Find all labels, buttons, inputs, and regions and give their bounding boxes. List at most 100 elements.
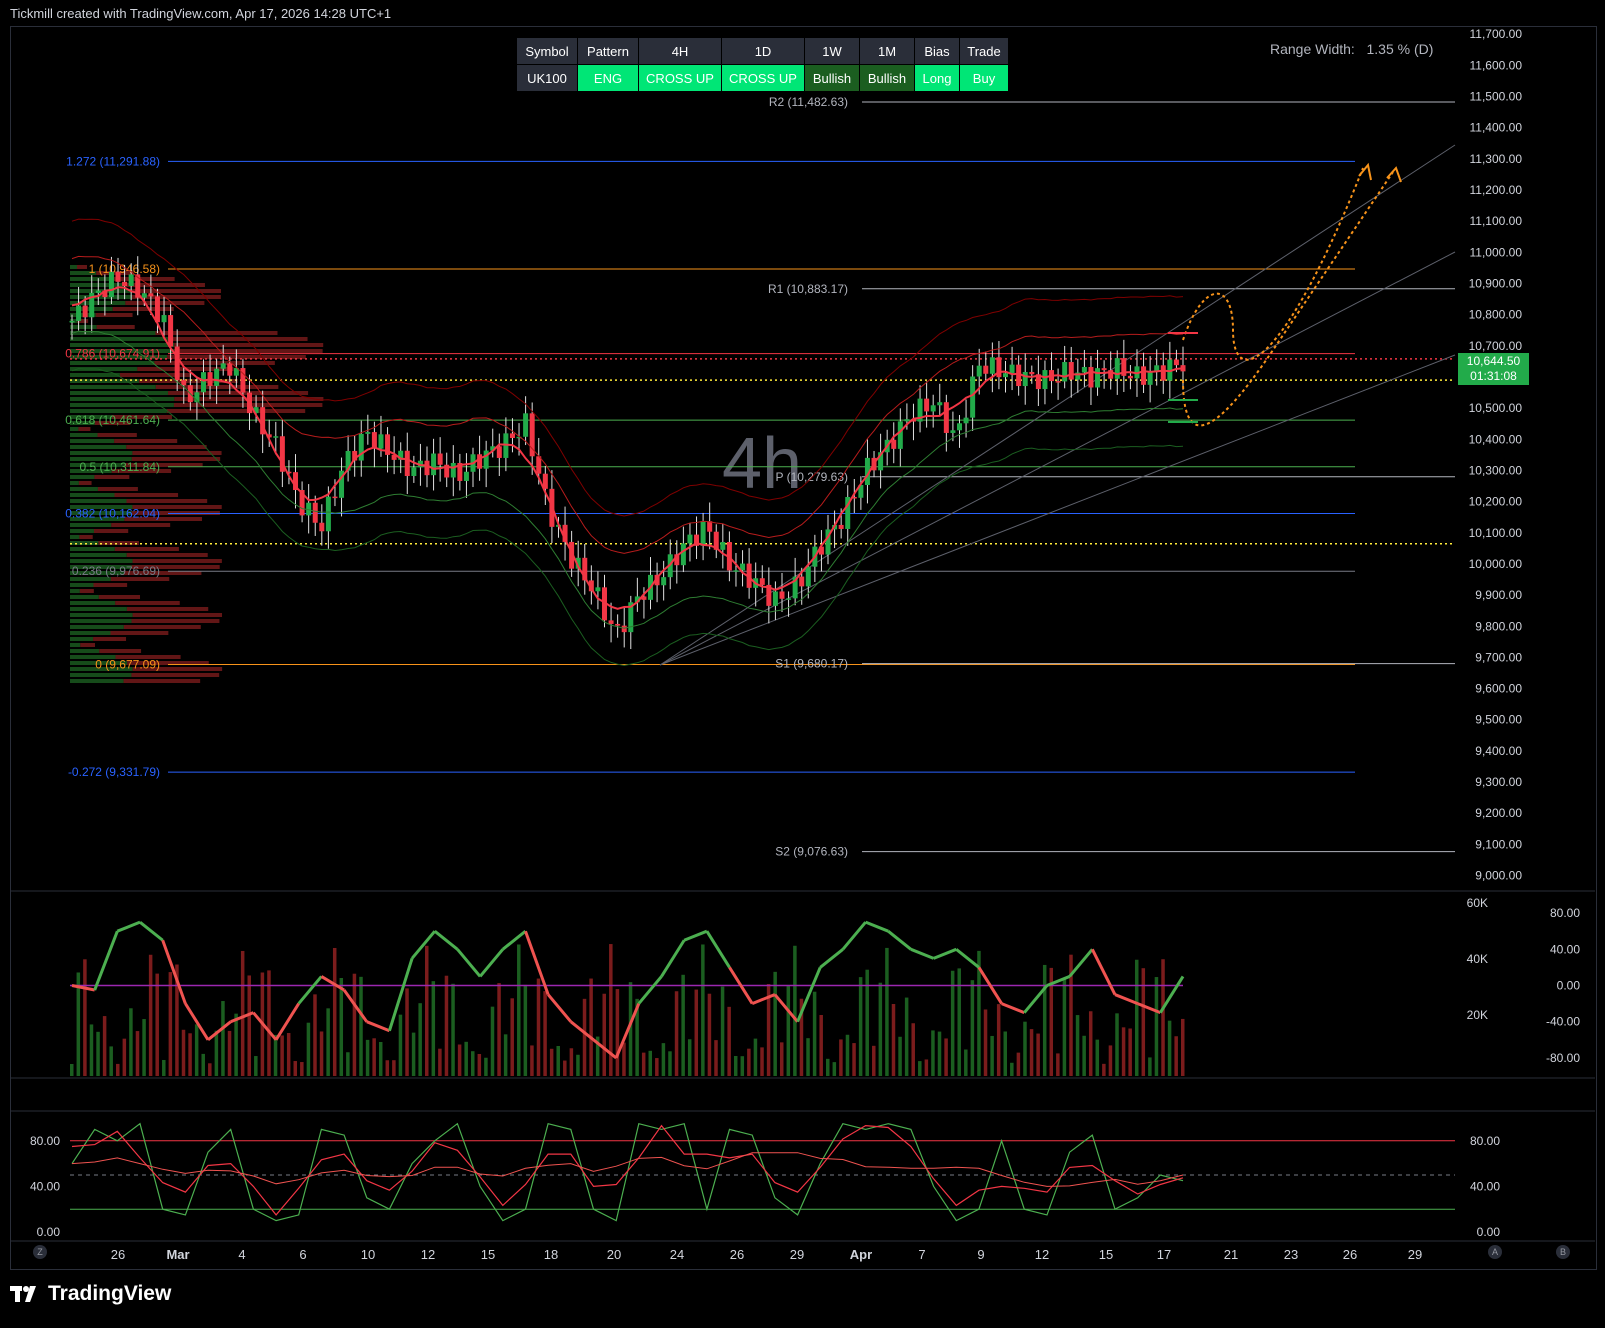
oscillator-line-segment: [456, 948, 482, 978]
volume-profile-bar: [93, 583, 128, 587]
volume-profile-bar: [70, 445, 127, 449]
candle-body: [1160, 365, 1166, 381]
candle-body: [325, 496, 331, 532]
candle-body: [1042, 370, 1048, 390]
volume-bar: [602, 993, 606, 1076]
candle-body: [1101, 368, 1107, 371]
oscillator-line-segment: [139, 920, 164, 942]
volume-bar: [1128, 1028, 1132, 1076]
candle-body: [200, 372, 206, 393]
volume-profile-bar: [70, 265, 77, 269]
volume-bar: [852, 1043, 856, 1076]
chart-canvas[interactable]: 4h 11,700.00 11,600.00 11,500.00 11,400.00 11…: [0, 0, 1605, 1328]
oscillator-line-segment: [433, 930, 459, 951]
volume-bar: [405, 988, 409, 1076]
volume-profile-bar: [70, 547, 115, 551]
volume-bar: [227, 1030, 232, 1076]
x-axis-tick-label: 21: [1224, 1247, 1238, 1262]
candle-body: [772, 591, 778, 606]
volume-bar: [924, 1059, 929, 1076]
y-axis-tick-label: 10,800.00: [1469, 308, 1523, 322]
volume-bar: [536, 978, 541, 1076]
y-axis-tick-label: 10,900.00: [1469, 277, 1523, 291]
log-scale-button[interactable]: B: [1556, 1245, 1570, 1259]
volume-bar: [556, 1045, 560, 1076]
volume-profile-bar: [167, 337, 308, 341]
candle-body: [687, 534, 693, 544]
candle-body: [214, 368, 220, 386]
candle-body: [950, 430, 956, 433]
fib-level-label: 0.5 (10,311.84): [79, 460, 160, 474]
stoch-left-tick-label: 80.00: [30, 1134, 60, 1148]
y-axis-tick-label: 10,300.00: [1469, 463, 1523, 477]
volume-bar: [589, 978, 593, 1076]
candle-body: [509, 433, 515, 439]
volume-bar: [891, 1003, 896, 1076]
y-axis-tick-label: 9,200.00: [1475, 806, 1522, 820]
fib-level-label: -0.272 (9,331.79): [68, 765, 160, 779]
volume-bar: [832, 1062, 837, 1076]
candle-body: [358, 433, 364, 461]
oscillator-line-segment: [93, 930, 119, 991]
volume-bar: [806, 1038, 810, 1076]
candle-body: [786, 598, 792, 600]
volume-bar: [773, 971, 777, 1076]
volume-profile-bar: [113, 277, 175, 281]
y-axis-tick-label: 9,100.00: [1475, 837, 1522, 851]
volume-bar: [280, 1035, 284, 1076]
x-axis-tick-label: 24: [670, 1247, 684, 1262]
volume-bar: [477, 1053, 482, 1076]
x-axis-tick-label: 10: [361, 1247, 375, 1262]
candle-body: [115, 271, 121, 282]
volume-bar: [1075, 1015, 1080, 1076]
volume-bar: [332, 947, 337, 1076]
candle-body: [463, 471, 469, 481]
volume-profile-bar: [70, 559, 133, 563]
candle-body: [595, 587, 601, 592]
volume-profile-bar: [126, 445, 207, 449]
volume-bar: [510, 998, 514, 1076]
volume-bar: [760, 1047, 764, 1076]
y-axis-tick-label: 9,000.00: [1475, 869, 1522, 883]
volume-bar: [1056, 1053, 1060, 1076]
volume-bar: [753, 1038, 758, 1076]
stoch-right-tick-label: 40.00: [1470, 1179, 1500, 1193]
volume-bar: [793, 945, 797, 1076]
channel-upper-line: [659, 144, 1456, 666]
volume-bar: [194, 1024, 199, 1076]
signal-value-cell: ENG: [577, 64, 639, 92]
volume-bar: [1016, 1052, 1021, 1076]
candle-body: [148, 293, 154, 297]
volume-bar: [438, 1048, 442, 1076]
candle-body: [437, 453, 443, 465]
volume-bar: [747, 1048, 751, 1076]
volume-profile-bar: [98, 541, 139, 545]
volume-bar: [96, 1031, 100, 1076]
signal-value-cell: Long: [914, 64, 960, 92]
volume-profile-bar: [132, 289, 222, 293]
volume-axis-tick-label: 40K: [1467, 952, 1488, 966]
volume-bar: [1095, 1039, 1100, 1076]
signal-value-cell: Bullish: [859, 64, 915, 92]
volume-bar: [523, 984, 528, 1076]
volume-profile-bar: [111, 523, 171, 527]
signal-header-cell: 1D: [721, 37, 805, 65]
volume-bar: [655, 1058, 659, 1076]
volume-profile-bar: [132, 559, 222, 563]
zoom-z-button[interactable]: Z: [33, 1245, 47, 1259]
volume-bar: [661, 1043, 666, 1076]
volume-profile-bar: [126, 499, 208, 503]
volume-profile-bar: [70, 637, 94, 641]
volume-bar: [937, 1031, 942, 1076]
oscillator-line-segment: [1114, 993, 1139, 1005]
candle-body: [1095, 368, 1101, 388]
candle-body: [930, 405, 936, 412]
volume-bar: [378, 1041, 383, 1076]
volume-profile-bar: [95, 313, 133, 317]
volume-bar: [1134, 959, 1139, 1076]
volume-bar: [970, 980, 975, 1076]
auto-scale-button[interactable]: A: [1488, 1245, 1502, 1259]
tradingview-footer[interactable]: TradingView: [10, 1282, 171, 1306]
candle-body: [411, 467, 417, 477]
volume-bar: [957, 968, 961, 1076]
